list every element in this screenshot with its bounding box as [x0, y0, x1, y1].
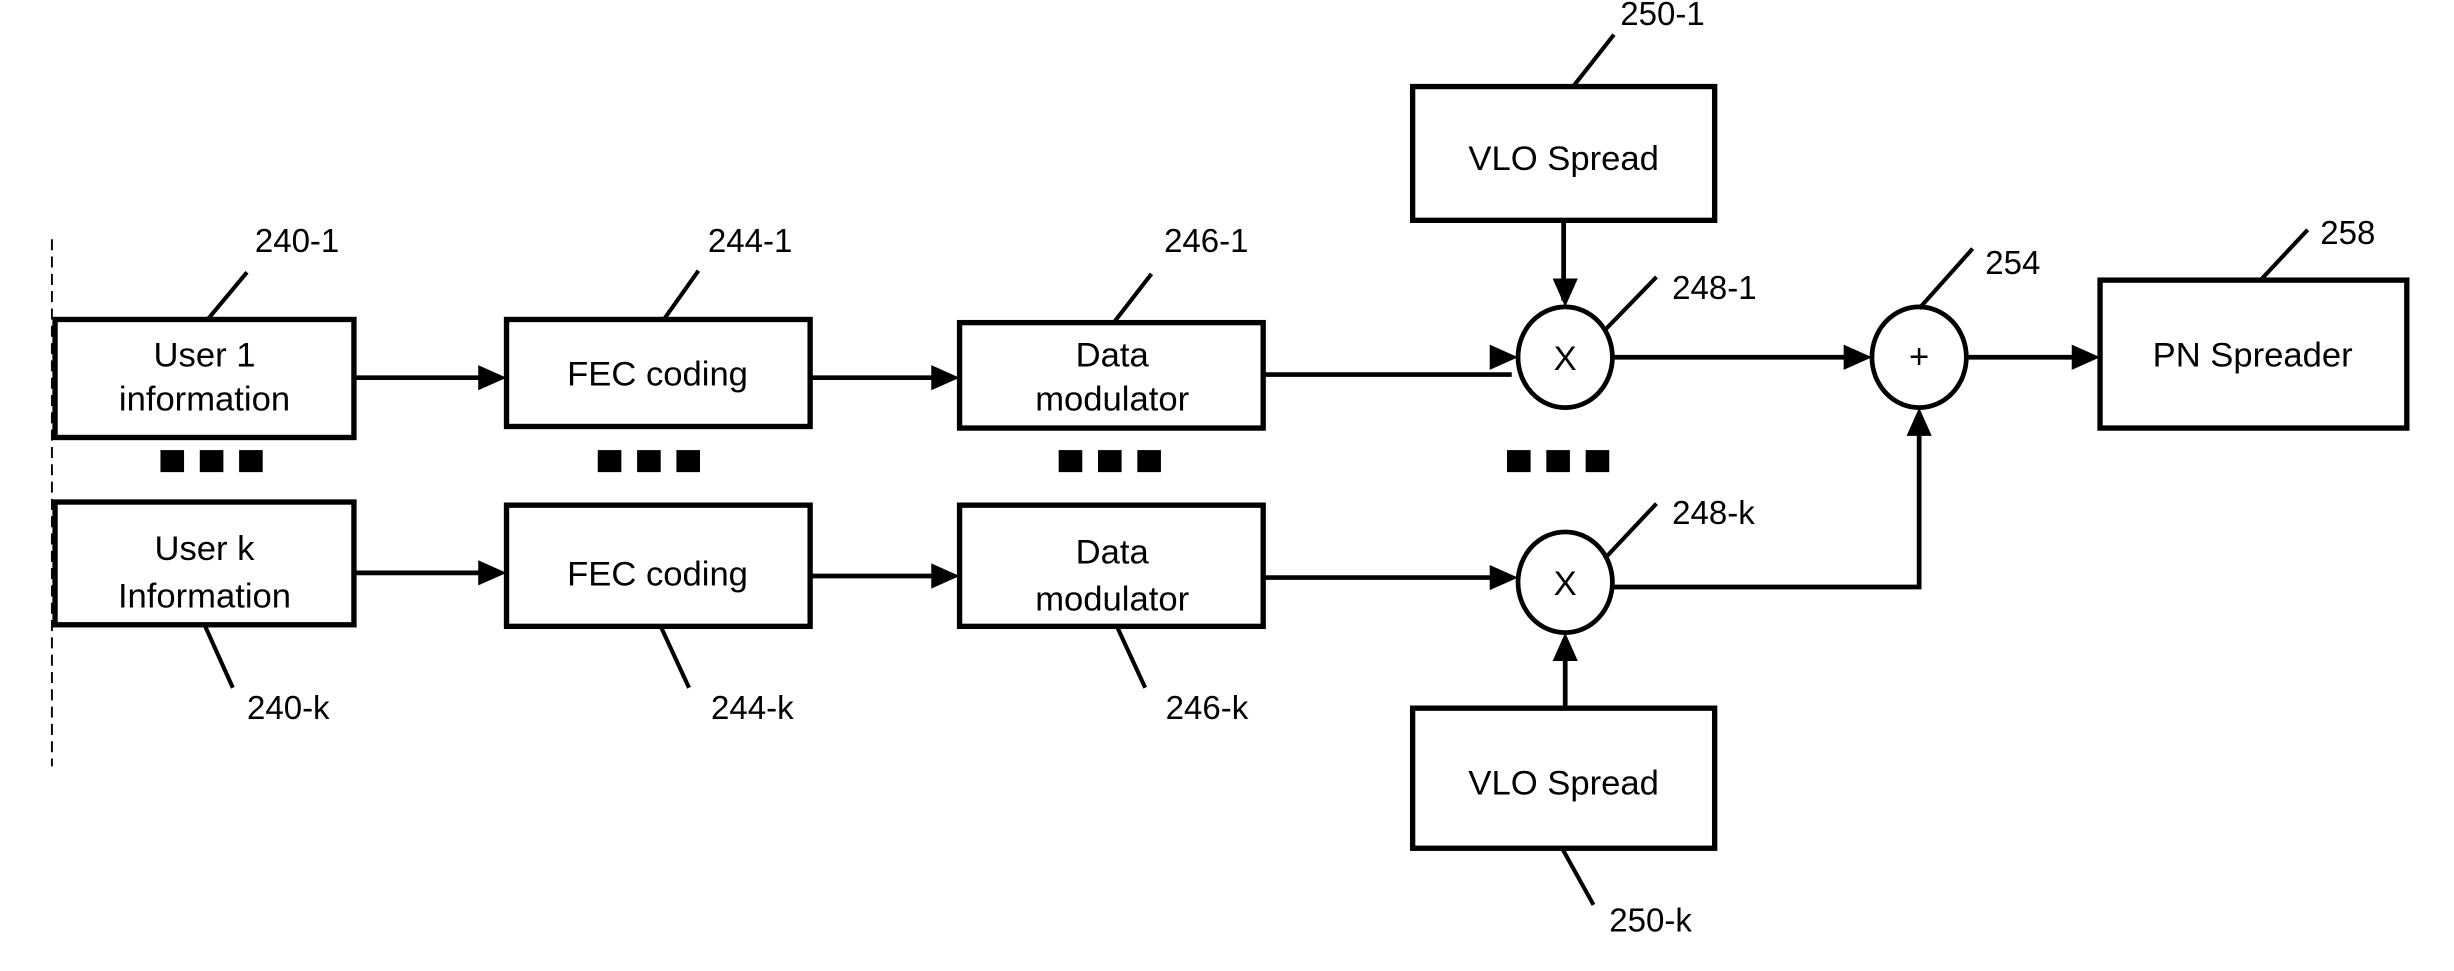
arrowhead-mod1-input	[931, 365, 960, 391]
adder-symbol: +	[1909, 338, 1929, 376]
adder-node: +	[1869, 304, 1969, 410]
multiplier-k-node: X	[1515, 529, 1615, 636]
block-diagram: User 1 information 240-1 FEC coding 244-…	[50, 0, 2410, 940]
ref-leader-240-1	[206, 270, 249, 321]
ref-leader-244-1	[662, 269, 701, 321]
user-1-information-block: User 1 information	[52, 316, 357, 441]
ellipsis-multipliers	[1507, 450, 1610, 473]
ref-label-240-k: 240-k	[247, 690, 330, 727]
arrowhead-adder-input-k	[1906, 407, 1932, 436]
modulator-k-label-line1: Data	[1076, 533, 1150, 571]
ref-label-258: 258	[2320, 215, 2375, 252]
ref-label-248-k: 248-k	[1672, 495, 1755, 532]
user-k-label-line1: User k	[155, 530, 256, 568]
pn-spreader-label: PN Spreader	[2153, 337, 2353, 375]
arrowhead-adder-input-1	[1843, 344, 1872, 370]
vlo-spread-1-block: VLO Spread	[1409, 83, 1718, 223]
fec-1-label: FEC coding	[567, 356, 748, 394]
ref-label-240-1: 240-1	[255, 223, 339, 260]
ref-label-248-1: 248-1	[1672, 270, 1756, 307]
arrowhead-pn-input	[2071, 344, 2101, 370]
arrowhead-fec1-input	[478, 365, 507, 391]
ref-leader-250-k	[1560, 847, 1596, 906]
ref-leader-246-k	[1115, 625, 1148, 689]
ref-leader-244-k	[658, 625, 691, 689]
ref-label-246-1: 246-1	[1164, 223, 1248, 260]
multiplier-k-symbol: X	[1554, 565, 1577, 603]
modulator-1-label-line2: modulator	[1035, 381, 1189, 419]
fec-coding-k-block: FEC coding	[503, 502, 813, 630]
multiplier-1-symbol: X	[1554, 340, 1577, 378]
ref-label-244-k: 244-k	[711, 690, 794, 727]
ref-label-246-k: 246-k	[1166, 690, 1249, 727]
ellipsis-markers	[160, 450, 1610, 473]
arrowhead-multk-input	[1489, 564, 1519, 591]
fec-coding-1-block: FEC coding	[503, 316, 813, 430]
ref-leader-248-k	[1603, 502, 1658, 561]
arrowhead-multk-vlo-input	[1552, 632, 1578, 661]
ref-leader-258	[2259, 228, 2310, 282]
ref-leader-248-1	[1603, 275, 1658, 332]
user-1-label-line2: information	[119, 381, 290, 419]
modulator-1-label-line1: Data	[1076, 337, 1150, 375]
ref-leader-254	[1917, 247, 1975, 310]
user-1-label-line1: User 1	[154, 337, 256, 375]
ref-label-254: 254	[1985, 245, 2040, 282]
ellipsis-modulators	[1058, 450, 1161, 473]
ref-leader-246-1	[1112, 272, 1154, 324]
arrowhead-mult1-input	[1489, 344, 1519, 370]
data-modulator-1-block: Data modulator	[956, 319, 1266, 431]
vlo-1-label: VLO Spread	[1468, 140, 1658, 178]
ref-label-250-1: 250-1	[1620, 0, 1704, 33]
ref-label-250-k: 250-k	[1609, 903, 1692, 940]
user-k-information-block: User k Information	[52, 499, 357, 628]
multiplier-1-node: X	[1515, 304, 1615, 410]
data-modulator-k-block: Data modulator	[956, 502, 1266, 630]
arrowhead-modk-input	[931, 563, 960, 589]
modulator-k-label-line2: modulator	[1035, 581, 1189, 619]
user-k-label-line2: Information	[118, 577, 291, 615]
ellipsis-users	[160, 450, 263, 473]
pn-spreader-block: PN Spreader	[2097, 277, 2410, 431]
wire-multk-to-adder	[1612, 413, 1922, 590]
ref-label-244-1: 244-1	[708, 223, 792, 260]
vlo-k-label: VLO Spread	[1468, 765, 1658, 803]
ellipsis-fec	[597, 450, 701, 473]
vlo-spread-k-block: VLO Spread	[1409, 705, 1718, 851]
ref-leader-240-k	[202, 623, 235, 689]
arrowhead-feck-input	[478, 560, 507, 586]
arrowhead-mult1-vlo-input	[1552, 278, 1578, 307]
fec-k-label: FEC coding	[567, 555, 748, 593]
ref-leader-250-1	[1571, 33, 1616, 88]
